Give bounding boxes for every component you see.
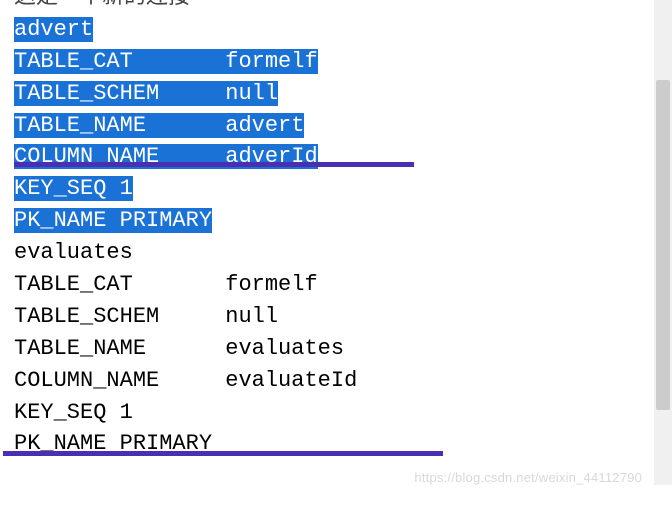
- section1-table-schem: TABLE_SCHEM null: [14, 78, 357, 110]
- section1-table-cat: TABLE_CAT formelf: [14, 46, 357, 78]
- section2-table-cat: TABLE_CAT formelf: [14, 269, 357, 301]
- truncated-line: 这是一个新的连接: [14, 0, 357, 14]
- vertical-scrollbar-track[interactable]: [654, 0, 672, 485]
- section1-pk-name: PK_NAME PRIMARY: [14, 205, 357, 237]
- section1-table-name: TABLE_NAME advert: [14, 110, 357, 142]
- vertical-scrollbar-thumb[interactable]: [656, 80, 670, 410]
- watermark-text: https://blog.csdn.net/weixin_44112790: [414, 469, 642, 488]
- section1-key-seq: KEY_SEQ 1: [14, 173, 357, 205]
- section2-header: evaluates: [14, 237, 357, 269]
- annotation-underline-2: [3, 451, 443, 456]
- section2-table-name: TABLE_NAME evaluates: [14, 333, 357, 365]
- section2-table-schem: TABLE_SCHEM null: [14, 301, 357, 333]
- console-output: 这是一个新的连接 advert TABLE_CAT formelf TABLE_…: [14, 0, 357, 460]
- annotation-underline-1: [14, 162, 414, 167]
- section2-key-seq: KEY_SEQ 1: [14, 397, 357, 429]
- section1-column-name: COLUMN_NAME adverId: [14, 141, 357, 173]
- section2-column-name: COLUMN_NAME evaluateId: [14, 365, 357, 397]
- section1-header: advert: [14, 14, 357, 46]
